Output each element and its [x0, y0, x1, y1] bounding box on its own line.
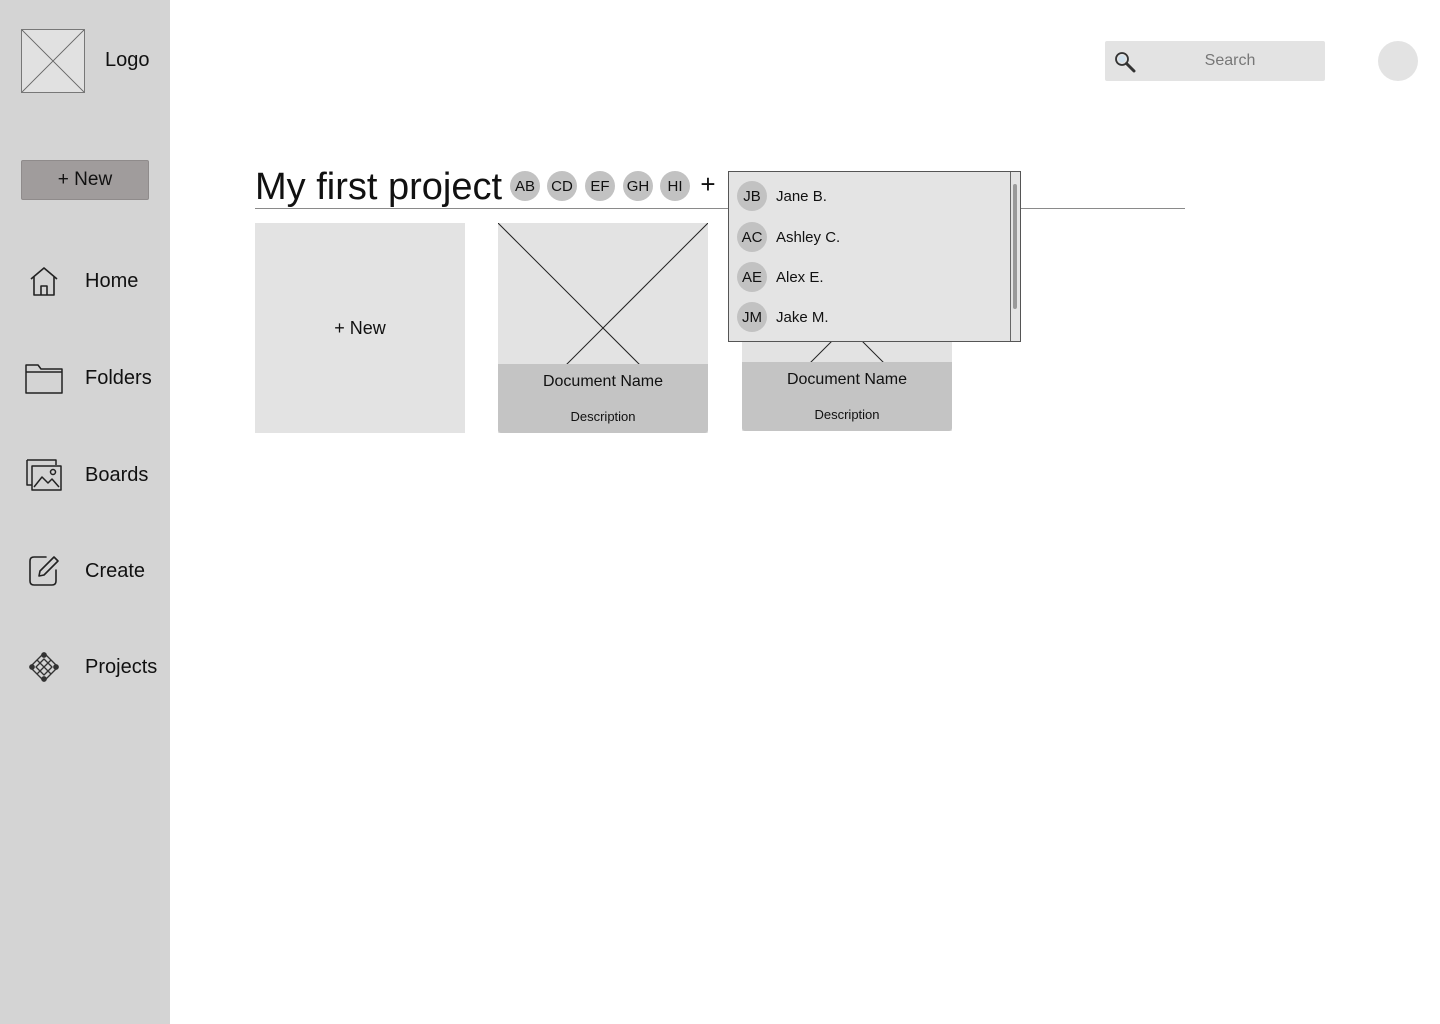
member-dropdown: JB Jane B. AC Ashley C. AE Alex E. JM Ja… [728, 171, 1021, 342]
member-option-name: Jane B. [776, 187, 827, 205]
sidebar-item-projects[interactable]: Projects [0, 643, 170, 691]
search-icon [1114, 51, 1136, 73]
logo-text: Logo [105, 49, 150, 71]
member-option[interactable]: AC Ashley C. [737, 221, 1007, 253]
project-title: My first project [255, 166, 503, 208]
member-avatar[interactable]: EF [585, 171, 615, 201]
search-bar[interactable] [1105, 41, 1325, 81]
sidebar: Logo + New Home Folders Boards Create Pr… [0, 0, 170, 1024]
sidebar-item-label: Create [85, 559, 146, 582]
user-avatar[interactable] [1378, 41, 1418, 81]
header-divider [255, 208, 1185, 209]
projects-icon [24, 647, 64, 687]
member-option-avatar: JM [737, 302, 767, 332]
home-icon [24, 261, 64, 301]
sidebar-item-label: Folders [85, 366, 152, 389]
member-option-avatar: AC [737, 222, 767, 252]
member-option-avatar: JB [737, 181, 767, 211]
document-card-footer: Document Name Description [742, 362, 952, 431]
member-avatar[interactable]: HI [660, 171, 690, 201]
edit-icon [24, 551, 64, 591]
member-avatar[interactable]: AB [510, 171, 540, 201]
member-avatar[interactable]: GH [623, 171, 653, 201]
member-option-avatar: AE [737, 262, 767, 292]
folder-icon [24, 358, 64, 398]
thumbnail-placeholder [498, 223, 708, 364]
sidebar-item-label: Boards [85, 463, 149, 486]
sidebar-item-home[interactable]: Home [0, 257, 170, 305]
member-option-name: Alex E. [776, 268, 824, 286]
logo-image-placeholder [21, 29, 85, 93]
new-button[interactable]: + New [21, 160, 149, 200]
member-option-name: Jake M. [776, 308, 829, 326]
add-member-button[interactable]: + [696, 168, 720, 200]
document-name: Document Name [542, 373, 664, 390]
document-card-footer: Document Name Description [498, 364, 708, 433]
search-input[interactable] [1145, 41, 1315, 81]
member-avatar[interactable]: CD [547, 171, 577, 201]
document-name: Document Name [786, 371, 908, 388]
new-document-card[interactable]: + New [255, 223, 465, 433]
member-option-name: Ashley C. [776, 228, 841, 246]
member-option[interactable]: JB Jane B. [737, 180, 1007, 212]
sidebar-item-label: Projects [85, 655, 158, 678]
sidebar-item-label: Home [85, 269, 139, 292]
document-card[interactable]: Document Name Description [498, 223, 708, 433]
member-option[interactable]: JM Jake M. [737, 301, 1007, 333]
member-option[interactable]: AE Alex E. [737, 261, 1007, 293]
sidebar-item-boards[interactable]: Boards [0, 451, 170, 499]
images-icon [24, 455, 64, 495]
dropdown-scrollbar[interactable] [1010, 172, 1020, 341]
sidebar-item-create[interactable]: Create [0, 547, 170, 595]
new-document-label: + New [334, 317, 386, 338]
sidebar-item-folders[interactable]: Folders [0, 354, 170, 402]
document-description: Description [570, 409, 636, 424]
document-description: Description [814, 407, 880, 422]
scrollbar-thumb[interactable] [1013, 184, 1017, 309]
